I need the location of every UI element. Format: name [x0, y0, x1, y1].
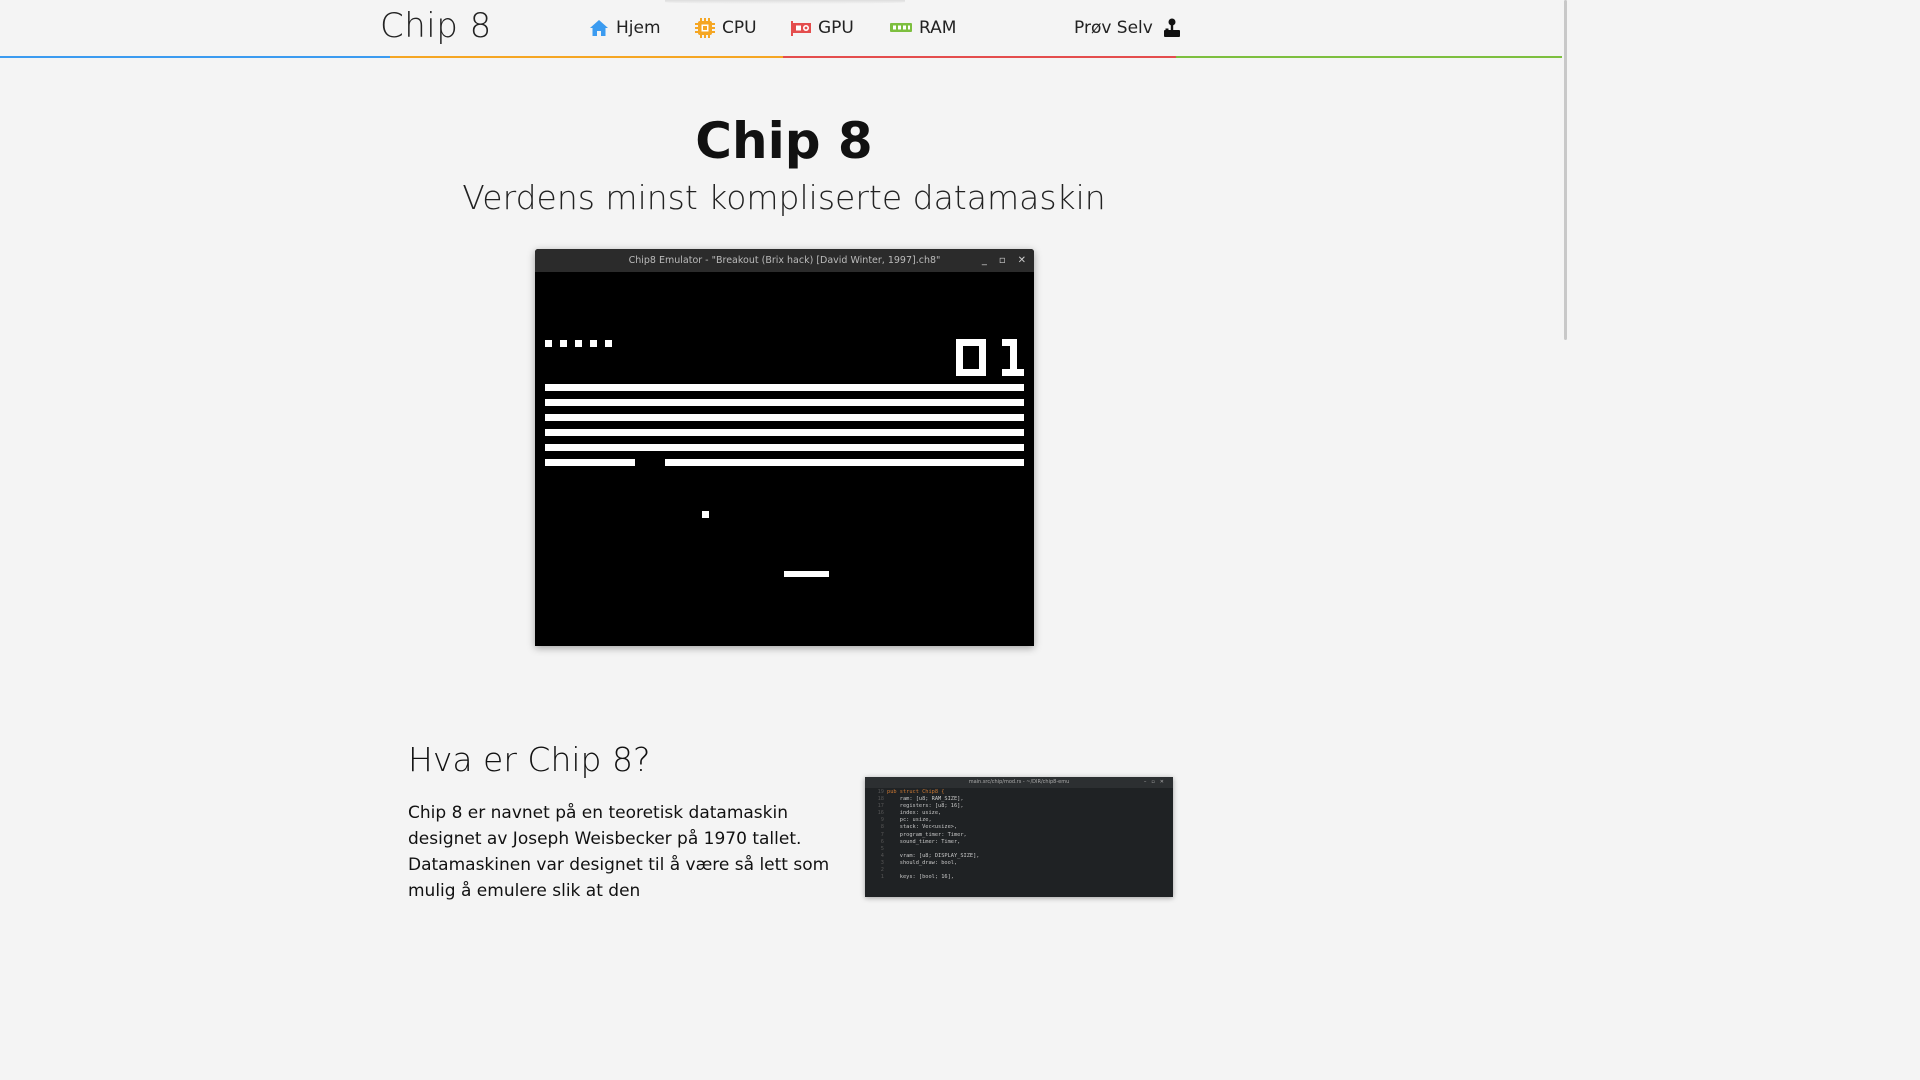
code-text: pub struct Chip8 {: [887, 789, 945, 795]
brick-row: [665, 459, 1024, 466]
code-text: sound_timer: Timer,: [887, 838, 961, 845]
nav-link-label: Hjem: [616, 18, 661, 38]
brick-row: [545, 384, 1024, 391]
code-text: program_timer: Timer,: [887, 831, 967, 838]
code-text: vram: [u8; DISPLAY_SIZE],: [887, 852, 980, 859]
code-editor: 19 pub struct Chip8 {18 ram: [u8; RAM_SIZ…: [865, 788, 1173, 881]
line-number: 4: [880, 852, 884, 859]
line-number: 19: [877, 789, 884, 795]
code-line: 9 pc: usize,: [865, 817, 1173, 824]
home-icon: [588, 17, 610, 39]
minimize-icon: _: [981, 255, 987, 266]
top-navbar: Chip 8 Hjem CPU GPU RAM Prøv Selv: [0, 0, 1568, 58]
line-number: 1: [880, 874, 884, 881]
code-text: pc: usize,: [887, 817, 932, 824]
game-display: [535, 272, 1034, 646]
code-line: 5: [865, 846, 1173, 853]
nav-link-label: CPU: [722, 18, 757, 38]
close-icon: ✕: [1017, 255, 1026, 266]
code-line: 3 should_draw: bool,: [865, 860, 1173, 867]
code-text: registers: [u8; 16],: [887, 803, 964, 810]
code-text: index: usize,: [887, 810, 942, 817]
emulator-titlebar: Chip8 Emulator - "Breakout (Brix hack) […: [535, 249, 1034, 272]
code-line: 19 pub struct Chip8 {: [865, 789, 1173, 796]
emulator-screenshot: Chip8 Emulator - "Breakout (Brix hack) […: [535, 249, 1034, 646]
nav-shadow-decoration: [665, 0, 905, 4]
code-text: keys: [bool; 16],: [887, 874, 954, 881]
code-text: should_draw: bool,: [887, 859, 958, 866]
nav-link-ram[interactable]: RAM: [889, 14, 956, 42]
line-number: 9: [880, 817, 884, 824]
code-line: 1 keys: [bool; 16],: [865, 874, 1173, 881]
brand-logo[interactable]: Chip 8: [380, 6, 492, 46]
brick-row: [545, 444, 1024, 451]
line-number: 17: [877, 803, 884, 810]
page-scrollbar[interactable]: [1562, 0, 1568, 882]
line-number: 3: [880, 859, 884, 866]
joystick-icon: [1161, 17, 1183, 39]
code-text: ram: [u8; RAM_SIZE],: [887, 796, 964, 803]
code-line: 2: [865, 867, 1173, 874]
nav-link-hjem[interactable]: Hjem: [588, 14, 661, 42]
nav-link-label: GPU: [818, 18, 854, 38]
page-title: Chip 8: [695, 112, 873, 170]
nav-link-label: Prøv Selv: [1074, 18, 1153, 38]
code-window-title: main.src/chip/mod.rs - ~/DIR/chip8-emu: [968, 779, 1070, 785]
code-text: stack: Vec<usize>,: [887, 824, 958, 831]
cpu-icon: [694, 17, 716, 39]
brick-row: [545, 414, 1024, 421]
life-dot: [560, 340, 567, 347]
code-line: 17 registers: [u8; 16],: [865, 803, 1173, 810]
code-line: 4 vram: [u8; DISPLAY_SIZE],: [865, 853, 1173, 860]
nav-link-cpu[interactable]: CPU: [694, 14, 757, 42]
paddle: [784, 571, 829, 577]
section-paragraph: Chip 8 er navnet på en teoretisk datamas…: [408, 803, 830, 901]
ball: [702, 511, 709, 518]
nav-link-gpu[interactable]: GPU: [790, 14, 854, 42]
line-number: 2: [880, 867, 884, 874]
nav-color-stripe: [0, 56, 1568, 58]
nav-link-label: RAM: [919, 18, 957, 38]
ram-icon: [889, 17, 913, 39]
line-number: 7: [880, 831, 884, 838]
line-number: 18: [877, 796, 884, 803]
life-dot: [605, 340, 612, 347]
maximize-icon: ▫: [998, 255, 1006, 266]
code-line: 18 ram: [u8; RAM_SIZE],: [865, 796, 1173, 803]
scrollbar-thumb[interactable]: [1564, 0, 1567, 340]
life-dot: [590, 340, 597, 347]
line-number: 5: [880, 845, 884, 852]
brick-row: [545, 459, 635, 466]
code-line: 6 sound_timer: Timer,: [865, 839, 1173, 846]
gpu-icon: [790, 17, 812, 39]
emulator-window-title: Chip8 Emulator - "Breakout (Brix hack) […: [628, 255, 941, 266]
code-line: 7 program_timer: Timer,: [865, 832, 1173, 839]
page-subtitle: Verdens minst kompliserte datamaskin: [462, 178, 1106, 217]
nav-link-try-yourself[interactable]: Prøv Selv: [1074, 14, 1183, 42]
line-number: 8: [880, 824, 884, 831]
section-heading: Hva er Chip 8?: [408, 740, 651, 779]
life-dot: [545, 340, 552, 347]
window-controls-icon: –▫✕: [1143, 779, 1169, 785]
life-dot: [575, 340, 582, 347]
line-number: 16: [877, 810, 884, 817]
code-screenshot: main.src/chip/mod.rs - ~/DIR/chip8-emu –…: [865, 777, 1173, 897]
brick-row: [545, 429, 1024, 436]
code-line: 16 index: usize,: [865, 810, 1173, 817]
brick-row: [545, 399, 1024, 406]
line-number: 6: [880, 838, 884, 845]
code-line: 8 stack: Vec<usize>,: [865, 824, 1173, 831]
code-window-titlebar: main.src/chip/mod.rs - ~/DIR/chip8-emu –…: [865, 777, 1173, 788]
